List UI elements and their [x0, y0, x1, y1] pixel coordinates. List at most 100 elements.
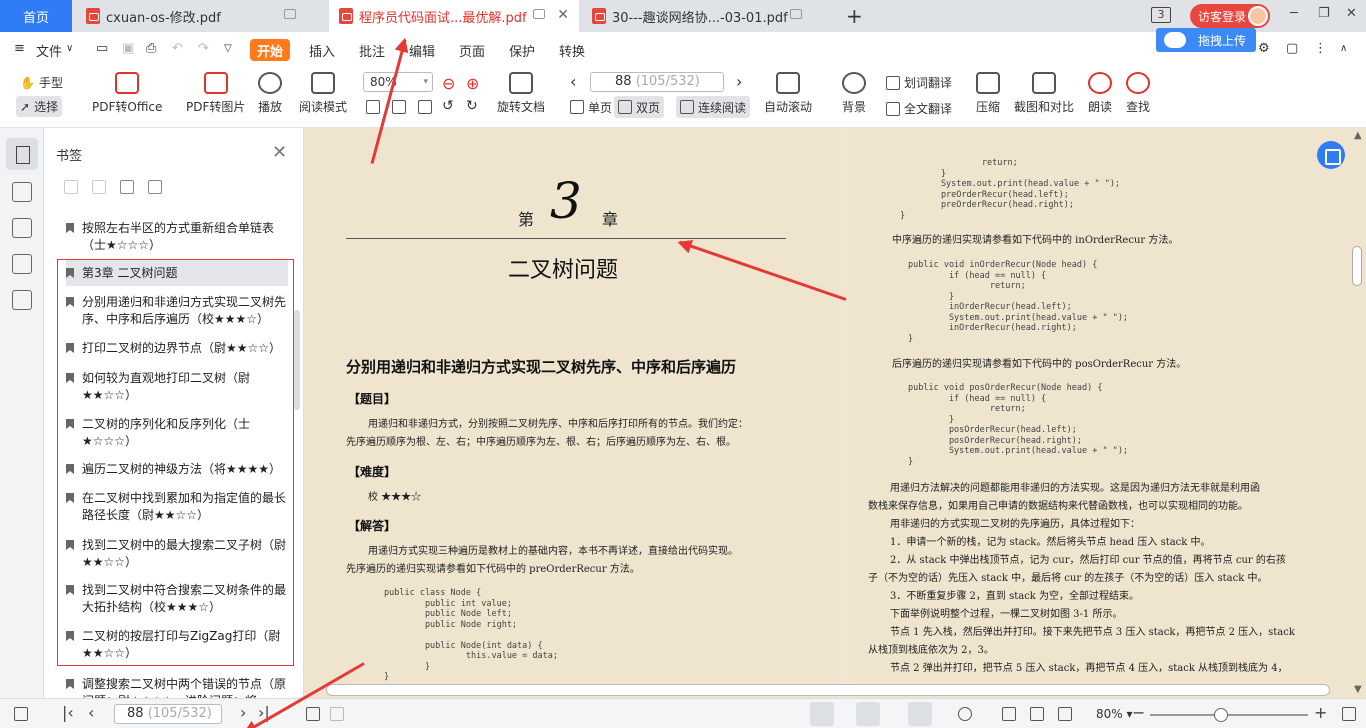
continuous-view-icon[interactable]: [882, 702, 906, 726]
play-icon[interactable]: [958, 707, 972, 721]
thumbnail-icon[interactable]: [12, 182, 32, 202]
chevron-down-icon[interactable]: ▽: [224, 43, 232, 54]
single-page-button[interactable]: 单页: [566, 96, 616, 118]
close-icon[interactable]: ✕: [272, 142, 287, 163]
scroll-down-icon[interactable]: ▼: [1354, 684, 1362, 695]
zoom-out-icon[interactable]: −: [1132, 703, 1145, 722]
zoom-in-icon[interactable]: +: [1314, 703, 1327, 722]
panel-scrollbar[interactable]: [294, 310, 300, 410]
bookmark-item[interactable]: 打印二叉树的边界节点（尉★★☆☆）: [66, 340, 288, 357]
page-count-badge[interactable]: 3: [1151, 7, 1171, 23]
forward-icon[interactable]: [330, 707, 344, 721]
undo-icon[interactable]: ↶: [172, 41, 183, 56]
bookmark-item-selected[interactable]: 第3章 二叉树问题: [66, 260, 288, 286]
rotate-right-icon[interactable]: ↻: [466, 98, 478, 114]
window-icon[interactable]: [284, 9, 296, 19]
redo-icon[interactable]: ↷: [198, 41, 209, 56]
actual-size-icon[interactable]: [1002, 707, 1016, 721]
status-page-input[interactable]: 88 (105/532): [114, 704, 222, 724]
double-page-button[interactable]: 双页: [614, 96, 665, 118]
vertical-scrollbar-thumb[interactable]: [1352, 246, 1362, 286]
sidebar-toggle-icon[interactable]: [14, 707, 28, 721]
menu-protect[interactable]: 保护: [509, 41, 535, 60]
double-page-view-icon[interactable]: [908, 702, 932, 726]
fullscreen-icon[interactable]: [1342, 707, 1356, 721]
bookmark-item[interactable]: 按照左右半区的方式重新组合单链表（士★☆☆☆）: [66, 220, 288, 254]
single-page-view-icon[interactable]: [856, 702, 880, 726]
fit-width-icon[interactable]: [1058, 707, 1072, 721]
zoom-out-icon[interactable]: ⊖: [442, 74, 455, 93]
bookmark-item[interactable]: 如何较为直观地打印二叉树（尉★★☆☆）: [66, 370, 288, 404]
menu-page[interactable]: 页面: [459, 41, 485, 60]
fit-page-icon[interactable]: [392, 100, 410, 114]
attachment-icon[interactable]: [12, 254, 32, 274]
new-tab-icon[interactable]: +: [846, 4, 863, 28]
tab-document[interactable]: cxuan-os-修改.pdf: [76, 0, 326, 32]
expand-icon[interactable]: [64, 180, 78, 194]
rotate-left-icon[interactable]: ↺: [442, 98, 454, 114]
window-icon[interactable]: [790, 9, 802, 19]
status-zoom[interactable]: 80% ▾: [1096, 707, 1133, 721]
compress-button[interactable]: 压缩: [976, 72, 1000, 115]
menu-insert[interactable]: 插入: [309, 41, 335, 60]
hamburger-icon[interactable]: ≡: [14, 41, 25, 56]
hand-tool[interactable]: ✋ 手型: [20, 74, 63, 91]
menu-start[interactable]: 开始: [250, 39, 290, 61]
horizontal-scrollbar[interactable]: [326, 684, 1330, 696]
pdf-to-image-button[interactable]: PDF转图片: [186, 72, 245, 115]
menu-annotate[interactable]: 批注: [359, 41, 385, 60]
comment-icon[interactable]: [12, 218, 32, 238]
message-icon[interactable]: ▢: [1286, 41, 1298, 56]
window-icon[interactable]: [533, 9, 545, 19]
tab-home[interactable]: 首页: [0, 0, 72, 32]
scroll-up-icon[interactable]: ▲: [1354, 130, 1362, 141]
bookmark-item[interactable]: 二叉树的序列化和反序列化（士★☆☆☆）: [66, 416, 288, 450]
word-translate-button[interactable]: 划词翻译: [886, 74, 952, 91]
gear-icon[interactable]: ⚙: [1258, 41, 1270, 56]
prev-page-icon[interactable]: ‹: [570, 72, 576, 91]
bookmark-item[interactable]: 分别用递归和非递归方式实现二叉树先序、中序和后序遍历（校★★★☆）: [66, 294, 288, 328]
close-icon[interactable]: ✕: [557, 7, 569, 23]
minimize-icon[interactable]: ─: [1290, 6, 1298, 21]
select-tool[interactable]: ➚ 选择: [16, 96, 63, 117]
login-button[interactable]: 访客登录: [1190, 4, 1270, 28]
screenshot-compare-button[interactable]: 截图和对比: [1014, 72, 1074, 115]
bookmark-icon[interactable]: [148, 180, 162, 194]
bookmark-item[interactable]: 在二叉树中找到累加和为指定值的最长路径长度（尉★★☆☆）: [66, 490, 288, 524]
tab-document[interactable]: 30---趣谈网络协...-03-01.pdf: [582, 0, 832, 32]
next-page-icon[interactable]: ›: [736, 72, 742, 91]
open-folder-icon[interactable]: ▭: [96, 41, 108, 56]
read-mode-button[interactable]: 阅读模式: [299, 72, 347, 115]
rotate-button[interactable]: 旋转文档: [497, 72, 545, 115]
pdf-to-office-button[interactable]: PDF转Office: [92, 72, 162, 115]
fit-width-icon[interactable]: [418, 100, 436, 114]
bookmark-item[interactable]: 遍历二叉树的神级方法（将★★★★）: [66, 461, 288, 478]
background-button[interactable]: 背景: [842, 72, 866, 115]
collapse-icon[interactable]: [92, 180, 106, 194]
zoom-slider-track[interactable]: [1150, 714, 1308, 716]
bookmark-item[interactable]: 找到二叉树中的最大搜索二叉子树（尉★★☆☆）: [66, 537, 288, 571]
signature-icon[interactable]: [12, 290, 32, 310]
menu-file[interactable]: 文件: [36, 41, 62, 60]
bookmark-item[interactable]: 二叉树的按层打印与ZigZag打印（尉★★☆☆）: [66, 628, 288, 662]
zoom-in-icon[interactable]: ⊕: [466, 74, 479, 93]
play-button[interactable]: 播放: [258, 72, 282, 115]
prev-page-icon[interactable]: ‹: [88, 703, 94, 722]
search-button[interactable]: 查找: [1126, 72, 1150, 115]
bookmark-item[interactable]: 找到二叉树中符合搜索二叉树条件的最大拓扑结构（校★★★☆）: [66, 582, 288, 616]
menu-convert[interactable]: 转换: [559, 41, 585, 60]
full-translate-button[interactable]: 全文翻译: [886, 100, 952, 117]
save-icon[interactable]: ▣: [122, 41, 134, 56]
menu-edit[interactable]: 编辑: [409, 41, 435, 60]
chevron-up-icon[interactable]: ∧: [1340, 43, 1347, 54]
upload-badge[interactable]: 拖拽上传: [1156, 28, 1256, 52]
next-page-icon[interactable]: ›: [240, 703, 246, 722]
maximize-icon[interactable]: ❐: [1318, 6, 1330, 21]
back-icon[interactable]: [306, 707, 320, 721]
read-aloud-button[interactable]: 朗读: [1088, 72, 1112, 115]
first-page-icon[interactable]: |‹: [62, 703, 74, 722]
close-window-icon[interactable]: ✕: [1346, 6, 1357, 21]
fit-page-icon[interactable]: [1030, 707, 1044, 721]
more-icon[interactable]: ⋮: [1314, 41, 1327, 56]
chevron-down-icon[interactable]: ∨: [66, 43, 73, 54]
